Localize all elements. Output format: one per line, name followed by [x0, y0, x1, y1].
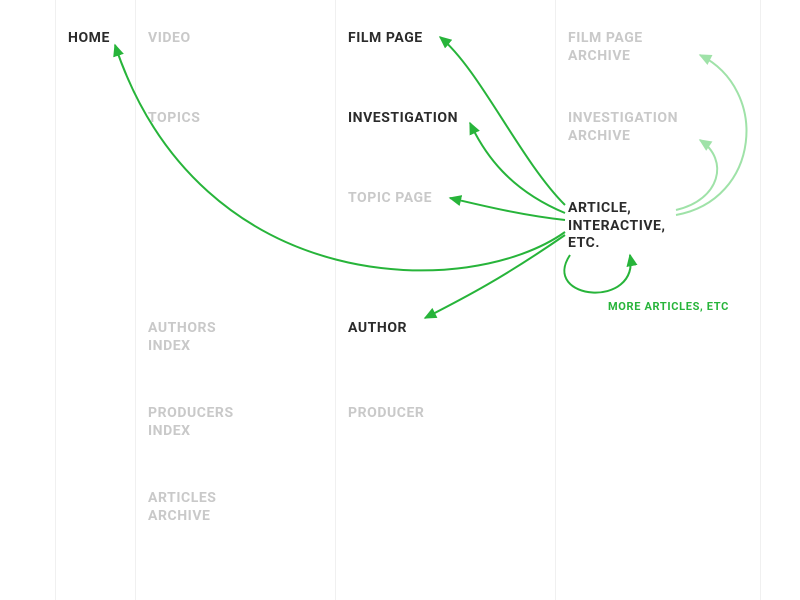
- node-investigation: INVESTIGATION: [348, 110, 458, 128]
- column-guide: [135, 0, 136, 600]
- node-articles-archive: ARTICLES ARCHIVE: [148, 490, 216, 525]
- node-video: VIDEO: [148, 30, 191, 48]
- column-guide: [760, 0, 761, 600]
- arrow-article-to-film-archive: [676, 55, 746, 215]
- node-film-page-archive: FILM PAGE ARCHIVE: [568, 30, 643, 65]
- node-producers-index: PRODUCERS INDEX: [148, 405, 234, 440]
- label-more-articles: MORE ARTICLES, ETC: [608, 300, 729, 314]
- arrow-article-to-investigation-archive: [676, 140, 717, 210]
- node-investigation-archive: INVESTIGATION ARCHIVE: [568, 110, 678, 145]
- sitemap-diagram: HOME VIDEO TOPICS AUTHORS INDEX PRODUCER…: [0, 0, 800, 600]
- arrow-article-to-author: [425, 235, 565, 318]
- arrow-article-to-home: [115, 45, 565, 270]
- arrow-article-to-topic-page: [450, 198, 565, 220]
- node-authors-index: AUTHORS INDEX: [148, 320, 216, 355]
- node-film-page: FILM PAGE: [348, 30, 423, 48]
- node-topic-page: TOPIC PAGE: [348, 190, 432, 208]
- node-topics: TOPICS: [148, 110, 200, 128]
- node-article: ARTICLE, INTERACTIVE, ETC.: [568, 200, 666, 253]
- arrow-article-to-film-page: [440, 37, 565, 205]
- node-producer: PRODUCER: [348, 405, 424, 423]
- column-guide: [335, 0, 336, 600]
- column-guide: [55, 0, 56, 600]
- node-author: AUTHOR: [348, 320, 407, 338]
- node-home: HOME: [68, 30, 110, 48]
- arrow-article-self-loop: [564, 255, 630, 293]
- column-guide: [555, 0, 556, 600]
- arrow-article-to-investigation: [470, 123, 565, 213]
